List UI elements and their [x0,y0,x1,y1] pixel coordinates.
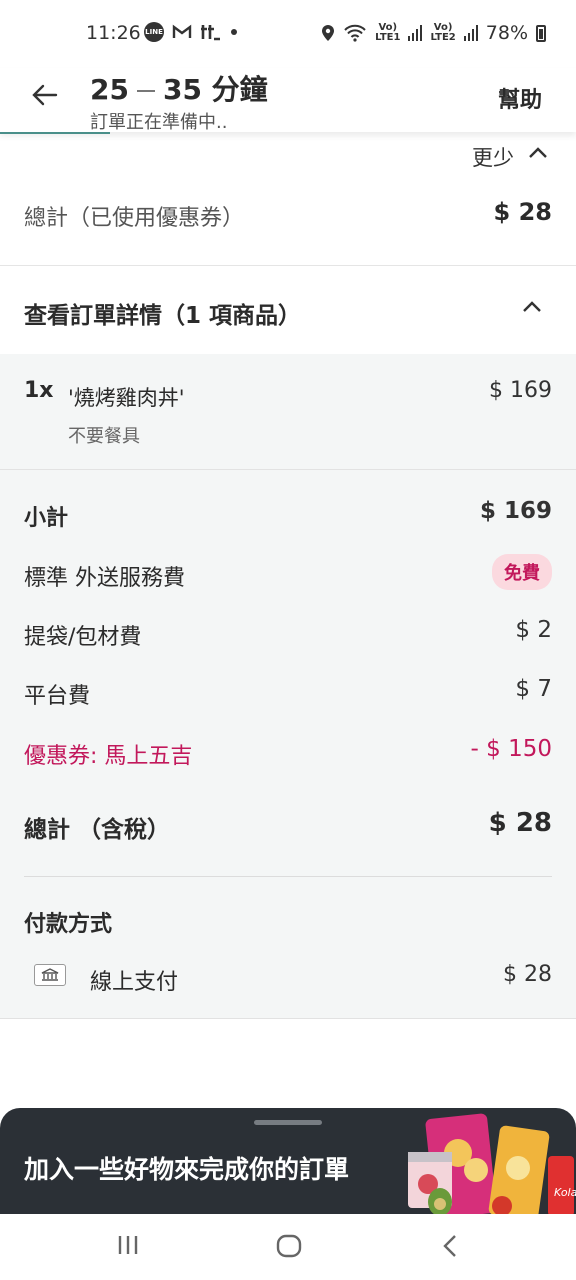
subtotal-label: 小計 [24,506,69,531]
order-header: 25 35 分鐘 訂單正在準備中.. 幫助 [0,68,576,134]
total-with-coupon-row: 總計（已使用優惠券） $ 28 [0,176,576,266]
sheet-drag-handle[interactable] [254,1120,322,1125]
order-details-toggle[interactable]: 查看訂單詳情（1 項商品） [0,266,576,354]
bag-fee-label: 提袋/包材費 [24,625,142,650]
chevron-up-icon [523,301,541,312]
payment-method-name: 線上支付 [90,970,179,995]
delivery-fee-row: 標準 外送服務費 免費 [24,554,552,594]
line-app-icon: LINE [144,22,164,42]
show-less-toggle[interactable]: 更少 [0,132,576,176]
total-label: 總計 （含稅） [24,817,171,843]
item-note: 不要餐具 [68,426,140,447]
order-details-title: 查看訂單詳情（1 項商品） [24,303,302,329]
payment-method-row: 線上支付 $ 28 [24,958,552,998]
subtotal-value: $ 169 [479,498,552,524]
status-bar: 11:26 LINE Vo) LTE1 Vo) LTE2 78% [0,0,576,68]
eta-end: 35 分鐘 [162,73,268,106]
coupon-row: 優惠券: 馬上五吉 - $ 150 [24,732,552,772]
wifi-icon [344,24,366,42]
dot-icon [231,29,237,35]
divider [24,876,552,877]
delivery-fee-label: 標準 外送服務費 [24,566,185,591]
system-nav-bar [0,1214,576,1280]
volte2-signal-icon: Vo) LTE2 [430,22,456,43]
coupon-label: 優惠券: 馬上五吉 [24,744,193,769]
bank-icon [34,964,66,986]
tiktok-icon [201,25,220,41]
platform-fee-value: $ 7 [515,676,552,702]
signal1-icon [408,25,423,41]
battery-percent: 78% [485,22,528,44]
subtotal-row: 小計 $ 169 [24,494,552,534]
recent-apps-icon[interactable] [116,1234,140,1256]
show-less-label: 更少 [472,146,514,170]
volte1-signal-icon: Vo) LTE1 [375,22,401,43]
payment-method-title: 付款方式 [24,912,113,937]
nav-back-icon[interactable] [440,1234,460,1258]
platform-fee-row: 平台費 $ 7 [24,672,552,712]
add-items-promo-text: 加入一些好物來完成你的訂單 [24,1155,350,1184]
chevron-up-icon [529,147,547,158]
status-right-icons: Vo) LTE1 Vo) LTE2 78% [321,22,546,44]
help-button[interactable]: 幫助 [498,82,542,114]
svg-text:Kola: Kola [554,1186,576,1199]
home-icon[interactable] [276,1234,302,1258]
add-items-sheet[interactable]: 加入一些好物來完成你的訂單 Kola [0,1108,576,1214]
bag-fee-value: $ 2 [515,617,552,643]
signal2-icon [463,25,478,41]
coupon-value: - $ 150 [470,736,552,762]
platform-fee-label: 平台費 [24,684,91,709]
total-with-coupon-label: 總計（已使用優惠券） [24,206,245,231]
item-price: $ 169 [489,378,552,403]
total-with-coupon-value: $ 28 [493,198,552,226]
item-name: '燒烤雞肉丼' [68,386,185,410]
order-status-subtitle: 訂單正在準備中.. [90,112,228,130]
status-time: 11:26 [86,22,141,44]
gmail-icon [172,24,192,38]
order-details-panel: 1x '燒烤雞肉丼' 不要餐具 $ 169 小計 $ 169 標準 外送服務費 … [0,354,576,1019]
free-badge: 免費 [492,554,552,590]
eta-dash [136,90,155,92]
location-icon [322,25,335,41]
order-progress-bar [0,132,110,134]
snacks-illustration: Kola [408,1113,576,1214]
list-item: 1x '燒烤雞肉丼' 不要餐具 $ 169 [0,354,576,470]
item-quantity: 1x [24,378,54,403]
eta-title: 25 35 分鐘 [90,68,268,108]
battery-icon [536,24,546,42]
total-row: 總計 （含稅） $ 28 [24,804,552,844]
total-value: $ 28 [488,808,552,838]
bag-fee-row: 提袋/包材費 $ 2 [24,613,552,653]
back-arrow-icon[interactable] [30,80,60,110]
eta-start: 25 [90,73,129,106]
status-left-icons: LINE [144,22,238,42]
payment-amount: $ 28 [503,962,552,987]
